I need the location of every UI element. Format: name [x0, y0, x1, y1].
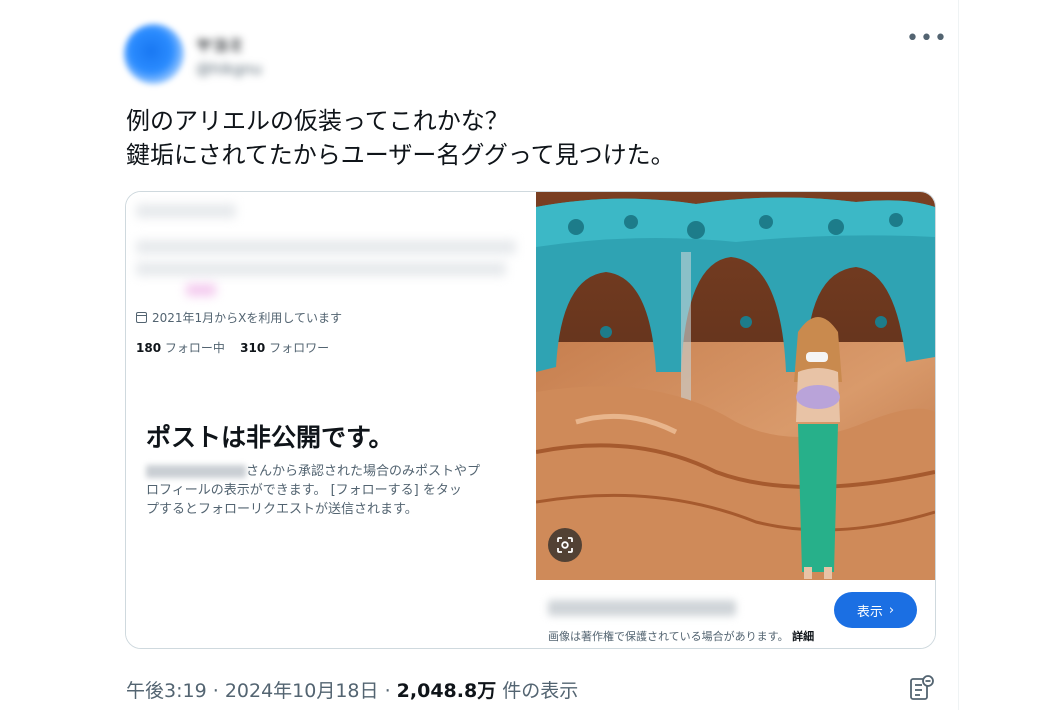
calendar-icon: [136, 312, 147, 323]
screenshot-private-profile: 2021年1月からXを利用しています 180 フォロー中 310 フォロワー ポ…: [126, 192, 536, 648]
private-account-description: さんから承認された場合のみポストやプ ロフィールの表示ができます。 [フォローす…: [146, 462, 526, 519]
lens-icon: [557, 537, 573, 553]
photo-illustration: [536, 192, 935, 580]
details-link[interactable]: 詳細: [792, 630, 814, 643]
joined-text: 2021年1月からXを利用しています: [152, 311, 343, 325]
attached-image-card[interactable]: 2021年1月からXを利用しています 180 フォロー中 310 フォロワー ポ…: [125, 191, 936, 649]
more-options-icon[interactable]: •••: [906, 26, 948, 51]
desc-line: さんから承認された場合のみポストやプ: [246, 464, 481, 479]
author-handle[interactable]: @hikgnu: [196, 60, 262, 78]
blurred-username: [146, 465, 246, 478]
tweet-text-line: 例のアリエルの仮装ってこれかな？: [126, 107, 509, 135]
separator: ·: [212, 680, 219, 702]
blurred-handle: [136, 204, 236, 218]
costume-photo[interactable]: [536, 192, 935, 580]
desc-line: ロフィールの表示ができます。 [フォローする] をタッ: [146, 483, 462, 498]
following-count: 180: [136, 341, 162, 355]
joined-date: 2021年1月からXを利用しています: [136, 309, 342, 326]
tweet-text: 例のアリエルの仮装ってこれかな？ 鍵垢にされてたからユーザー名ググって見つけた。: [126, 104, 675, 172]
analytics-icon[interactable]: [909, 675, 935, 701]
blurred-bio: [136, 262, 506, 276]
tweet-time[interactable]: 午後3:19: [126, 680, 207, 702]
image-search-button[interactable]: [548, 528, 582, 562]
copyright-text: 画像は著作権で保護されている場合があります。: [548, 630, 789, 643]
tweet-text-line: 鍵垢にされてたからユーザー名ググって見つけた。: [126, 141, 675, 169]
followers-count: 310: [240, 341, 266, 355]
view-count-label: 件の表示: [502, 680, 579, 702]
followers-label: フォロワー: [269, 341, 330, 355]
desc-line: プするとフォローリクエストが送信されます。: [146, 502, 418, 517]
author-name[interactable]: ヤヨミ: [196, 32, 244, 56]
view-button[interactable]: 表示 ›: [834, 592, 917, 628]
separator: ·: [384, 680, 391, 702]
blurred-source-url: [548, 600, 736, 616]
image-source-bar: 表示 › 画像は著作権で保護されている場合があります。 詳細: [536, 580, 935, 648]
view-count: 2,048.8万: [396, 680, 497, 702]
follow-counts: 180 フォロー中 310 フォロワー: [136, 339, 329, 356]
private-account-title: ポストは非公開です。: [146, 423, 394, 452]
tweet-metadata: 午後3:19 · 2024年10月18日 · 2,048.8万 件の表示: [126, 676, 578, 703]
tweet-date[interactable]: 2024年10月18日: [225, 680, 379, 702]
blurred-emoji: [186, 284, 216, 296]
chevron-right-icon: ›: [888, 602, 895, 618]
view-button-label: 表示: [856, 604, 883, 620]
copyright-notice: 画像は著作権で保護されている場合があります。 詳細: [548, 628, 814, 644]
blurred-bio: [136, 240, 516, 254]
following-label: フォロー中: [164, 341, 225, 355]
timeline-divider: [958, 0, 959, 710]
avatar[interactable]: [124, 24, 184, 84]
